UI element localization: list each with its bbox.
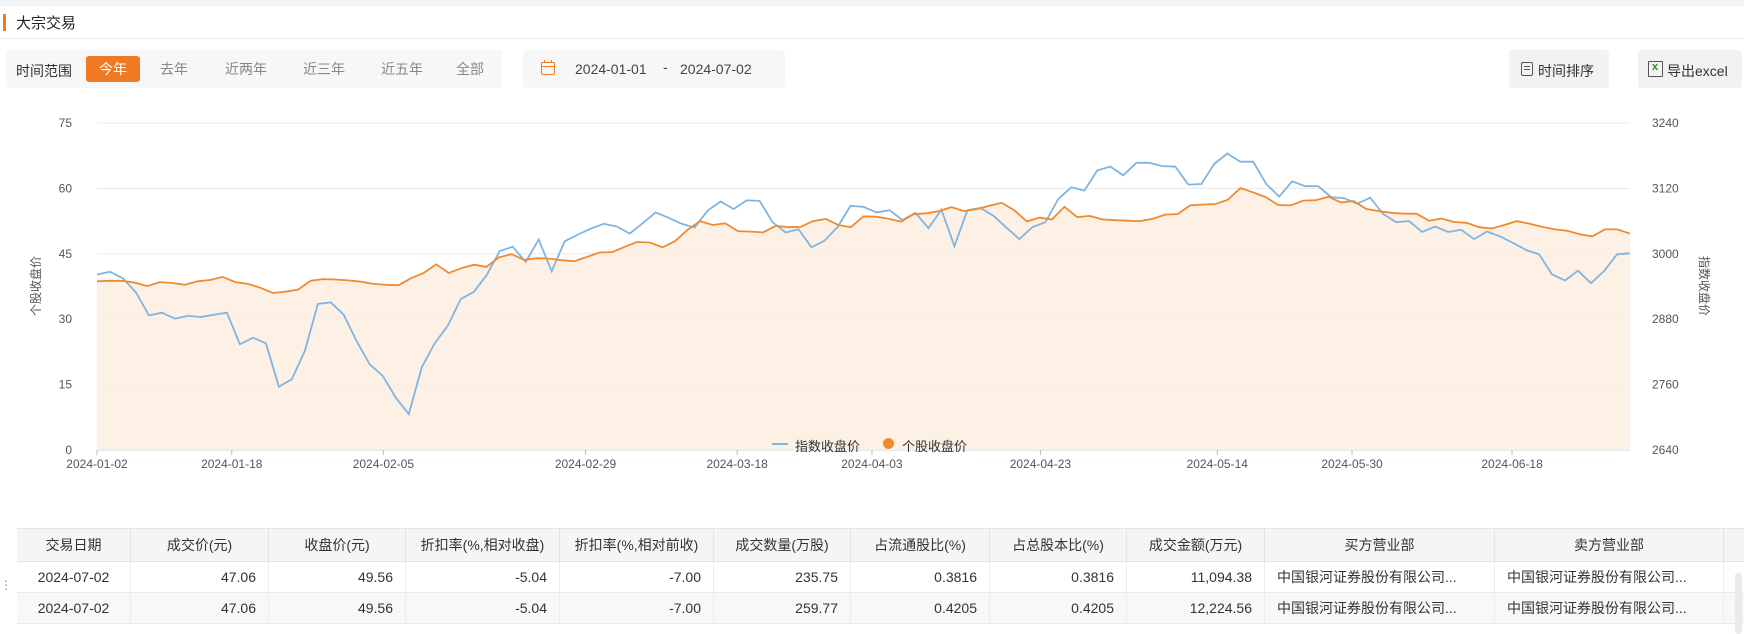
- column-header[interactable]: 卖方营业部: [1495, 529, 1724, 561]
- y-right-tick-label: 3240: [1652, 116, 1679, 130]
- column-header[interactable]: 成交价(元): [131, 529, 269, 561]
- x-tick-label: 2024-01-18: [201, 457, 263, 471]
- table-cell: -5.04: [406, 593, 560, 623]
- y-right-tick-label: 3000: [1652, 247, 1679, 261]
- y-left-tick-label: 75: [59, 116, 73, 130]
- y-left-axis-label: 个股收盘价: [28, 256, 43, 316]
- column-header[interactable]: 买方营业部: [1265, 529, 1495, 561]
- table-scrollbar[interactable]: [1735, 573, 1742, 634]
- column-header[interactable]: 占总股本比(%): [990, 529, 1127, 561]
- table-cell: 中国银河证券股份有限公司...: [1265, 562, 1495, 592]
- x-tick-label: 2024-05-14: [1187, 457, 1249, 471]
- y-right-tick-label: 2640: [1652, 443, 1679, 457]
- range-two-years-button[interactable]: 近两年: [218, 56, 274, 82]
- y-right-tick-label: 2880: [1652, 312, 1679, 326]
- calendar-icon: [541, 60, 555, 75]
- legend-stock-label[interactable]: 个股收盘价: [902, 436, 967, 455]
- table-cell: 12,224.56: [1127, 593, 1265, 623]
- sort-icon: [1521, 62, 1533, 76]
- table-cell: -7.00: [560, 593, 714, 623]
- date-to-input[interactable]: 2024-07-02: [680, 61, 752, 77]
- column-header[interactable]: 成交金额(万元): [1127, 529, 1265, 561]
- x-tick-label: 2024-02-05: [353, 457, 415, 471]
- resize-handle-icon[interactable]: ⋮: [0, 578, 12, 592]
- table-cell: 中国银河证券股份有限公司...: [1265, 593, 1495, 623]
- table-cell: 47.06: [131, 593, 269, 623]
- y-left-tick-label: 60: [59, 181, 73, 195]
- legend-index-label[interactable]: 指数收盘价: [795, 436, 860, 455]
- table-cell: 0.3816: [990, 562, 1127, 592]
- column-header[interactable]: 折扣率(%,相对收盘): [406, 529, 560, 561]
- x-tick-label: 2024-03-18: [706, 457, 768, 471]
- x-tick-label: 2024-04-03: [841, 457, 903, 471]
- table-cell: 中国银河证券股份有限公司...: [1495, 562, 1724, 592]
- y-right-tick-label: 2760: [1652, 378, 1679, 392]
- table-cell: 0.3816: [851, 562, 990, 592]
- table-cell: 259.77: [714, 593, 851, 623]
- x-tick-label: 2024-05-30: [1321, 457, 1383, 471]
- range-five-years-button[interactable]: 近五年: [374, 56, 430, 82]
- x-tick-label: 2024-02-29: [555, 457, 617, 471]
- range-three-years-button[interactable]: 近三年: [296, 56, 352, 82]
- table-cell: 47.06: [131, 562, 269, 592]
- table-cell: 0.4205: [851, 593, 990, 623]
- column-header[interactable]: 交易日期: [17, 529, 131, 561]
- y-right-axis-label: 指数收盘价: [1697, 256, 1712, 316]
- x-tick-label: 2024-01-02: [66, 457, 128, 471]
- title-accent-bar: [3, 14, 6, 31]
- date-range-picker[interactable]: 2024-01-01 - 2024-07-02: [523, 50, 785, 88]
- table-cell: 2024-07-02: [17, 562, 131, 592]
- table-cell: 中国银河证券股份有限公司...: [1495, 593, 1724, 623]
- price-chart: 0 15 30 45 60 75 2640 2760 2880 3000 3120 3240 2024-…: [28, 116, 1712, 471]
- column-header[interactable]: 折扣率(%,相对前收): [560, 529, 714, 561]
- column-header[interactable]: 占流通股比(%): [851, 529, 990, 561]
- table-cell: -5.04: [406, 562, 560, 592]
- y-right-tick-label: 3120: [1652, 181, 1679, 195]
- column-header[interactable]: 成交数量(万股): [714, 529, 851, 561]
- table-row[interactable]: 2024-07-02 47.06 49.56 -5.04 -7.00 235.75 0.38…: [17, 562, 1744, 593]
- range-last-year-button[interactable]: 去年: [154, 56, 194, 82]
- x-tick-label: 2024-06-18: [1481, 457, 1543, 471]
- table-cell: 11,094.38: [1127, 562, 1265, 592]
- table-cell: 49.56: [269, 562, 406, 592]
- y-left-tick-label: 15: [59, 378, 73, 392]
- table-cell: 235.75: [714, 562, 851, 592]
- excel-icon: [1648, 61, 1663, 77]
- y-left-tick-label: 30: [59, 312, 73, 326]
- legend-stock-dot-marker: [883, 438, 894, 449]
- page-title: 大宗交易: [16, 15, 77, 32]
- date-separator: -: [663, 59, 668, 75]
- table-cell: 49.56: [269, 593, 406, 623]
- export-excel-label: 导出excel: [1667, 63, 1728, 79]
- time-range-filter: 时间范围 今年 去年 近两年 近三年 近五年 全部: [6, 50, 502, 88]
- table-cell: 0.4205: [990, 593, 1127, 623]
- range-all-button[interactable]: 全部: [450, 56, 490, 82]
- range-this-year-button[interactable]: 今年: [86, 56, 140, 82]
- time-range-label: 时间范围: [16, 63, 72, 79]
- x-tick-label: 2024-04-23: [1010, 457, 1072, 471]
- export-excel-button[interactable]: 导出excel: [1638, 50, 1742, 88]
- stock-price-area: [97, 188, 1630, 450]
- date-from-input[interactable]: 2024-01-01: [575, 61, 647, 77]
- table-cell: -7.00: [560, 562, 714, 592]
- time-sort-button[interactable]: 时间排序: [1509, 50, 1609, 88]
- column-header[interactable]: 收盘价(元): [269, 529, 406, 561]
- table-cell: 2024-07-02: [17, 593, 131, 623]
- table-row[interactable]: 2024-07-02 47.06 49.56 -5.04 -7.00 259.77 0.42…: [17, 593, 1744, 624]
- table-header: 交易日期 成交价(元) 收盘价(元) 折扣率(%,相对收盘) 折扣率(%,相对前收) 成交…: [17, 528, 1744, 562]
- legend-index-line-marker: [772, 443, 788, 445]
- title-bar: 大宗交易: [0, 6, 1744, 39]
- y-left-tick-label: 0: [65, 443, 72, 457]
- y-left-tick-label: 45: [59, 247, 73, 261]
- time-sort-label: 时间排序: [1538, 63, 1594, 79]
